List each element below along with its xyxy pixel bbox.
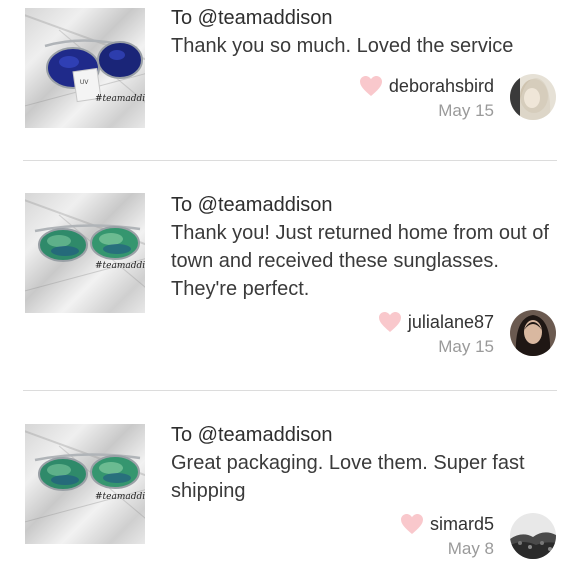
- sunglasses-image: [34, 224, 141, 262]
- svg-text:UV: UV: [80, 80, 88, 86]
- divider: [23, 390, 557, 391]
- product-thumbnail[interactable]: UV #teamaddison: [25, 8, 145, 128]
- recipient-line: To @teamaddison: [171, 7, 333, 29]
- image-hashtag: #teamaddison: [95, 94, 145, 104]
- product-thumbnail[interactable]: #teamaddison: [25, 424, 145, 544]
- author-username[interactable]: simard5: [430, 514, 494, 535]
- review-date: May 15: [438, 101, 494, 120]
- heart-icon[interactable]: [400, 513, 424, 535]
- heart-icon[interactable]: [378, 311, 402, 333]
- author-username[interactable]: julialane87: [408, 312, 494, 333]
- review-message: Great packaging. Love them. Super fast s…: [171, 452, 525, 502]
- review-feed: UV #teamaddison To @teamaddison Thank yo…: [0, 0, 580, 580]
- recipient-line: To @teamaddison: [171, 424, 333, 446]
- review-date: May 15: [438, 337, 494, 356]
- sunglasses-image: UV: [44, 39, 143, 103]
- divider: [23, 160, 557, 161]
- review-author[interactable]: deborahsbird: [359, 75, 494, 97]
- avatar[interactable]: [510, 74, 556, 120]
- heart-icon[interactable]: [359, 75, 383, 97]
- image-hashtag: #teamaddison: [95, 261, 145, 271]
- review-author[interactable]: julialane87: [378, 311, 494, 333]
- author-username[interactable]: deborahsbird: [389, 76, 494, 97]
- review-message: Thank you so much. Loved the service: [171, 35, 514, 57]
- avatar[interactable]: [510, 513, 556, 559]
- product-thumbnail[interactable]: #teamaddison: [25, 193, 145, 313]
- recipient-line: To @teamaddison: [171, 194, 333, 216]
- avatar[interactable]: [510, 310, 556, 356]
- image-hashtag: #teamaddison: [95, 492, 145, 502]
- review-date: May 8: [447, 539, 494, 558]
- review-author[interactable]: simard5: [400, 513, 494, 535]
- sunglasses-image: [34, 453, 141, 491]
- review-message: Thank you! Just returned home from out o…: [171, 222, 549, 300]
